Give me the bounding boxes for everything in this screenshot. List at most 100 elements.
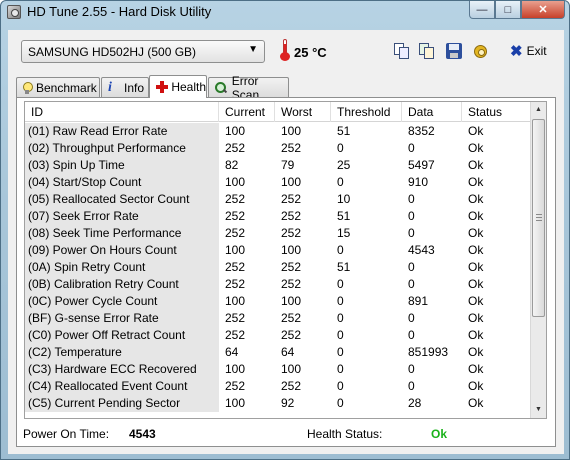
- cell-status: Ok: [468, 243, 484, 257]
- minimize-icon: —: [476, 3, 488, 16]
- column-header-data[interactable]: Data: [402, 102, 462, 122]
- cell-threshold: 0: [337, 362, 344, 376]
- cell-data: 5497: [408, 158, 435, 172]
- cell-status: Ok: [468, 192, 484, 206]
- cell-data: 0: [408, 192, 415, 206]
- cell-current: 252: [225, 226, 246, 240]
- table-row[interactable]: (C0) Power Off Retract Count 252 252 0 0 Ok: [25, 327, 539, 344]
- copy-text-button[interactable]: [393, 42, 411, 60]
- table-body: (01) Raw Read Error Rate 100 100 51 8352 Ok (0…: [25, 123, 539, 412]
- info-icon: i: [108, 79, 112, 95]
- close-button[interactable]: ✕: [521, 1, 565, 19]
- tab-benchmark[interactable]: Benchmark: [16, 77, 100, 97]
- scroll-thumb[interactable]: [532, 119, 545, 317]
- exit-button[interactable]: ✖ Exit: [510, 42, 547, 60]
- cell-worst: 252: [281, 311, 302, 325]
- title-bar[interactable]: HD Tune 2.55 - Hard Disk Utility — □ ✕: [1, 1, 569, 23]
- cell-id: (02) Throughput Performance: [25, 140, 219, 157]
- cell-status: Ok: [468, 158, 484, 172]
- health-panel: ID Current Worst Threshold Data Status (…: [16, 97, 556, 447]
- cell-worst: 79: [281, 158, 295, 172]
- cell-current: 64: [225, 345, 239, 359]
- cell-status: Ok: [468, 362, 484, 376]
- table-row[interactable]: (04) Start/Stop Count 100 100 0 910 Ok: [25, 174, 539, 191]
- cell-id: (07) Seek Error Rate: [25, 208, 219, 225]
- table-row[interactable]: (09) Power On Hours Count 100 100 0 4543 Ok: [25, 242, 539, 259]
- cell-threshold: 51: [337, 260, 351, 274]
- cell-current: 252: [225, 311, 246, 325]
- cell-current: 252: [225, 192, 246, 206]
- scroll-up-icon[interactable]: ▲: [531, 102, 546, 118]
- cell-data: 4543: [408, 243, 435, 257]
- table-row[interactable]: (0A) Spin Retry Count 252 252 51 0 Ok: [25, 259, 539, 276]
- cell-id: (05) Reallocated Sector Count: [25, 191, 219, 208]
- table-row[interactable]: (02) Throughput Performance 252 252 0 0 Ok: [25, 140, 539, 157]
- cell-id: (08) Seek Time Performance: [25, 225, 219, 242]
- magnifier-icon: [215, 81, 227, 94]
- table-row[interactable]: (0B) Calibration Retry Count 252 252 0 0 Ok: [25, 276, 539, 293]
- cell-current: 252: [225, 260, 246, 274]
- cell-status: Ok: [468, 328, 484, 342]
- cell-id: (C2) Temperature: [25, 344, 219, 361]
- cell-data: 0: [408, 226, 415, 240]
- column-header-id[interactable]: ID: [25, 102, 219, 122]
- table-row[interactable]: (BF) G-sense Error Rate 252 252 0 0 Ok: [25, 310, 539, 327]
- cell-id: (03) Spin Up Time: [25, 157, 219, 174]
- column-header-worst[interactable]: Worst: [275, 102, 331, 122]
- table-row[interactable]: (07) Seek Error Rate 252 252 51 0 Ok: [25, 208, 539, 225]
- column-header-threshold[interactable]: Threshold: [331, 102, 402, 122]
- cell-data: 8352: [408, 124, 435, 138]
- cell-id: (0C) Power Cycle Count: [25, 293, 219, 310]
- copy-screen-button[interactable]: [418, 42, 436, 60]
- cell-current: 252: [225, 379, 246, 393]
- cell-worst: 252: [281, 226, 302, 240]
- drive-select[interactable]: SAMSUNG HD502HJ (500 GB) ▼: [21, 40, 265, 63]
- table-row[interactable]: (C2) Temperature 64 64 0 851993 Ok: [25, 344, 539, 361]
- cell-worst: 100: [281, 124, 302, 138]
- health-status-value: Ok: [431, 427, 448, 441]
- column-header-current[interactable]: Current: [219, 102, 275, 122]
- cell-data: 910: [408, 175, 429, 189]
- table-row[interactable]: (03) Spin Up Time 82 79 25 5497 Ok: [25, 157, 539, 174]
- maximize-button[interactable]: □: [495, 1, 521, 19]
- maximize-icon: □: [504, 3, 512, 16]
- table-row[interactable]: (C3) Hardware ECC Recovered 100 100 0 0 Ok: [25, 361, 539, 378]
- cell-id: (09) Power On Hours Count: [25, 242, 219, 259]
- cell-data: 0: [408, 260, 415, 274]
- table-row[interactable]: (0C) Power Cycle Count 100 100 0 891 Ok: [25, 293, 539, 310]
- cell-worst: 100: [281, 362, 302, 376]
- smart-table[interactable]: ID Current Worst Threshold Data Status (…: [24, 101, 547, 419]
- table-row[interactable]: (C5) Current Pending Sector 100 92 0 28 Ok: [25, 395, 539, 412]
- thermometer-icon: [280, 39, 290, 61]
- column-header-status[interactable]: Status: [462, 102, 539, 122]
- save-icon: [446, 43, 462, 59]
- tab-info[interactable]: i Info: [101, 77, 149, 97]
- temperature-readout: 25 °C: [294, 45, 327, 60]
- tab-health[interactable]: Health: [149, 75, 207, 98]
- options-button[interactable]: [472, 42, 490, 60]
- cell-current: 100: [225, 396, 246, 410]
- tab-error-scan[interactable]: Error Scan: [208, 74, 289, 102]
- cell-worst: 252: [281, 277, 302, 291]
- save-button[interactable]: [445, 42, 463, 60]
- cell-id: (C0) Power Off Retract Count: [25, 327, 219, 344]
- cell-worst: 252: [281, 192, 302, 206]
- cell-status: Ok: [468, 226, 484, 240]
- table-row[interactable]: (01) Raw Read Error Rate 100 100 51 8352 Ok: [25, 123, 539, 140]
- table-row[interactable]: (08) Seek Time Performance 252 252 15 0 Ok: [25, 225, 539, 242]
- cell-worst: 252: [281, 209, 302, 223]
- vertical-scrollbar[interactable]: ▲ ▼: [530, 102, 546, 418]
- cell-threshold: 15: [337, 226, 351, 240]
- cell-current: 82: [225, 158, 239, 172]
- table-header: ID Current Worst Threshold Data Status: [25, 102, 539, 122]
- cell-status: Ok: [468, 311, 484, 325]
- cell-threshold: 51: [337, 209, 351, 223]
- cell-worst: 100: [281, 294, 302, 308]
- cell-threshold: 51: [337, 124, 351, 138]
- table-row[interactable]: (05) Reallocated Sector Count 252 252 10 0 Ok: [25, 191, 539, 208]
- cell-id: (0A) Spin Retry Count: [25, 259, 219, 276]
- minimize-button[interactable]: —: [469, 1, 495, 19]
- table-row[interactable]: (C4) Reallocated Event Count 252 252 0 0 Ok: [25, 378, 539, 395]
- scroll-down-icon[interactable]: ▼: [531, 402, 546, 418]
- exit-label: Exit: [526, 44, 547, 58]
